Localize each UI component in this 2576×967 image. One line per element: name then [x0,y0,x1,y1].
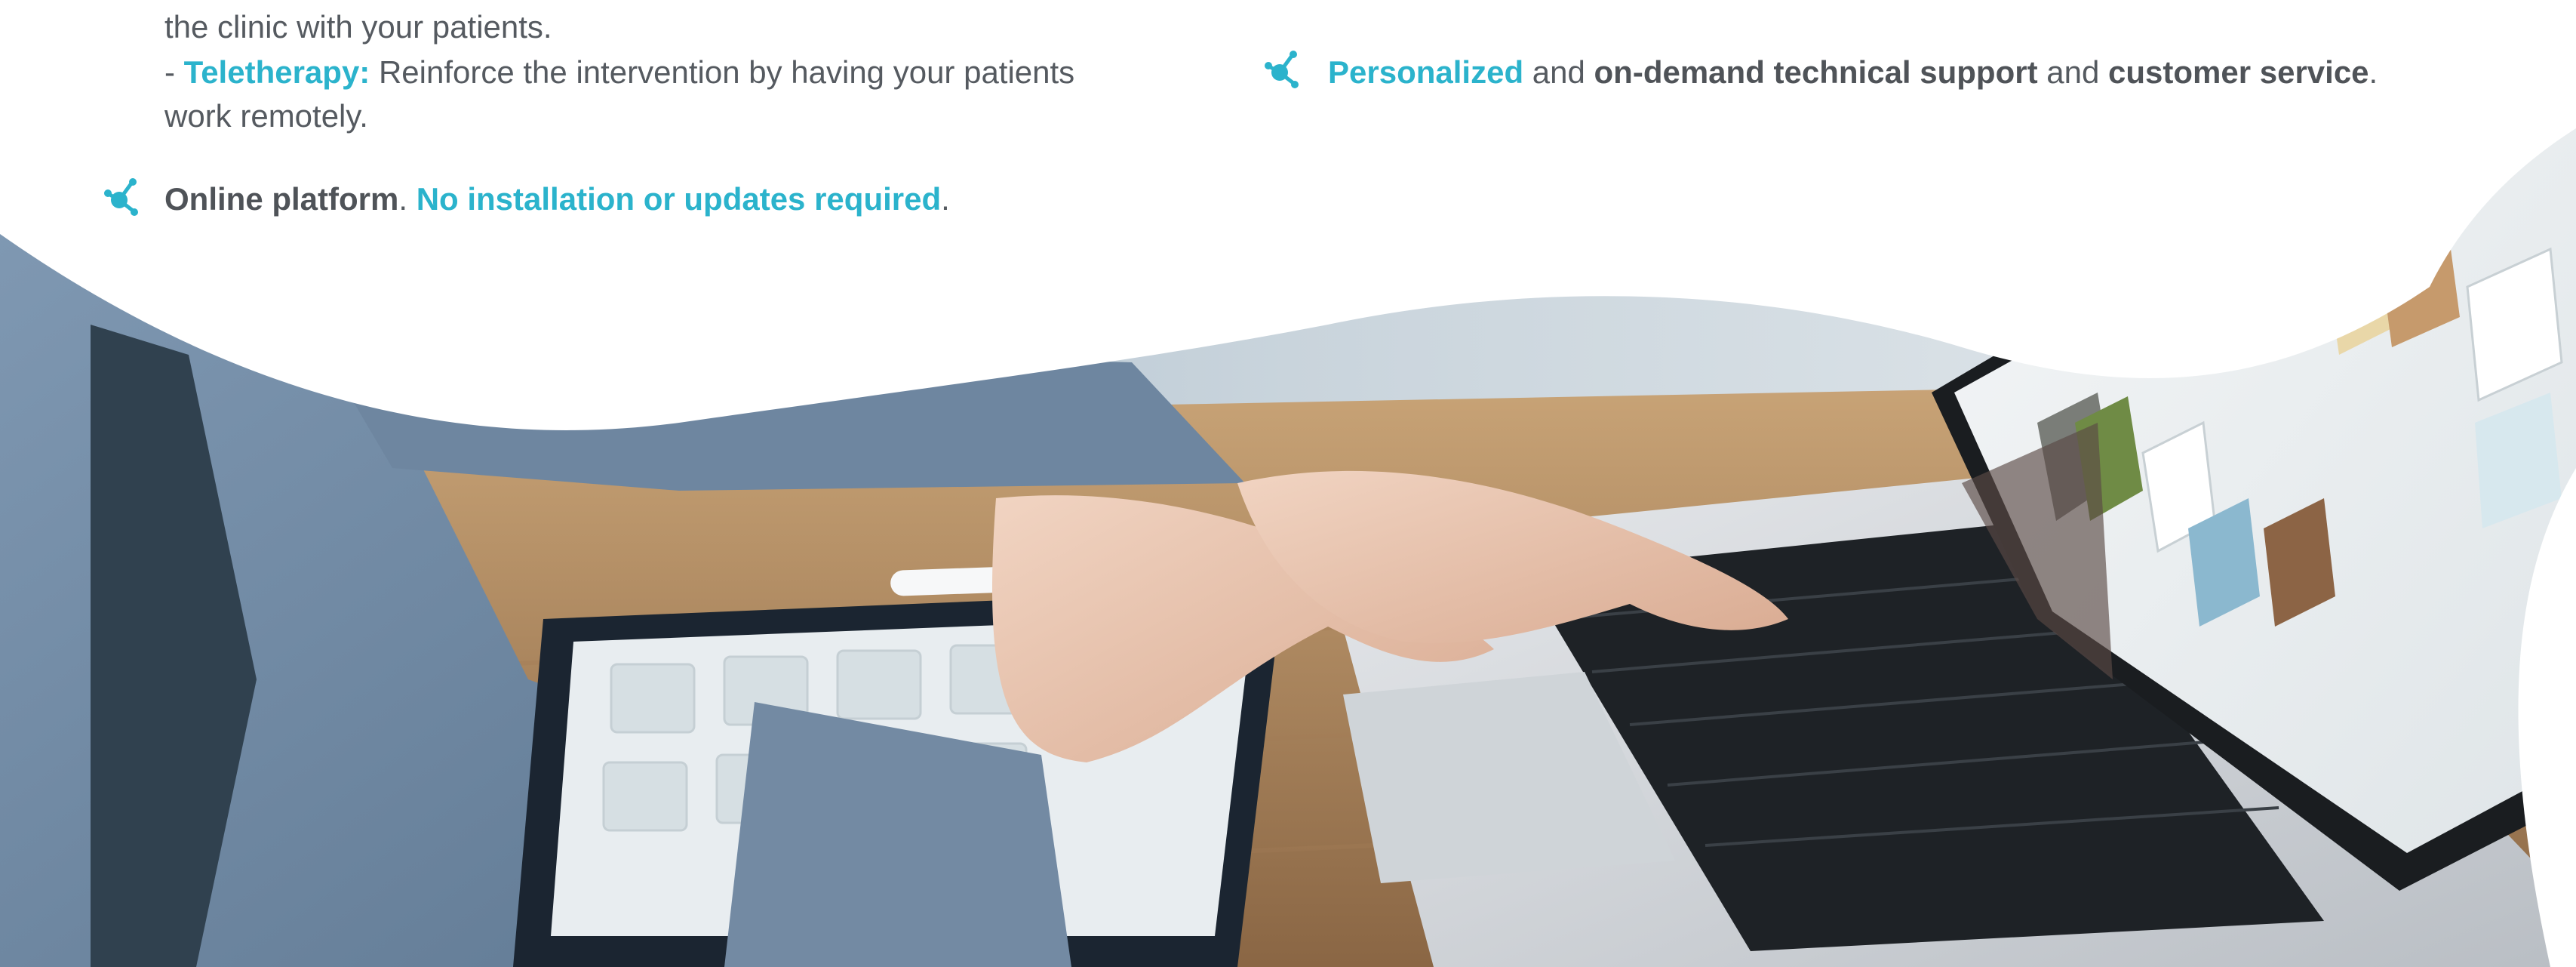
teletherapy-label: Teletherapy: [183,54,370,90]
personalized-label: Personalized [1328,54,1524,90]
support-bullet: Personalized and on-demand technical sup… [1328,53,2378,92]
features-text: the clinic with your patients. - Telethe… [0,0,2576,272]
molecule-icon [104,178,138,216]
clinic-line: the clinic with your patients. [164,8,552,47]
no-installation-label: No installation or updates required [416,181,942,217]
customer-service-label: customer service [2108,54,2369,90]
teletherapy-line: - Teletherapy: Reinforce the interventio… [164,53,1074,92]
online-platform-end: . [941,181,950,217]
molecule-icon [1265,51,1299,88]
teletherapy-wrap-text: work remotely. [164,98,368,134]
clinic-line-text: the clinic with your patients. [164,9,552,45]
teletherapy-wrap: work remotely. [164,97,368,136]
teletherapy-text: Reinforce the intervention by having you… [370,54,1075,90]
support-and-2: and [2037,54,2108,90]
support-and-1: and [1523,54,1594,90]
online-platform-bullet: Online platform. No installation or upda… [164,180,950,219]
teletherapy-dash: - [164,54,184,90]
online-platform-label: Online platform [164,181,399,217]
online-platform-sep: . [398,181,417,217]
support-end: . [2369,54,2378,90]
technical-support-label: on-demand technical support [1594,54,2038,90]
